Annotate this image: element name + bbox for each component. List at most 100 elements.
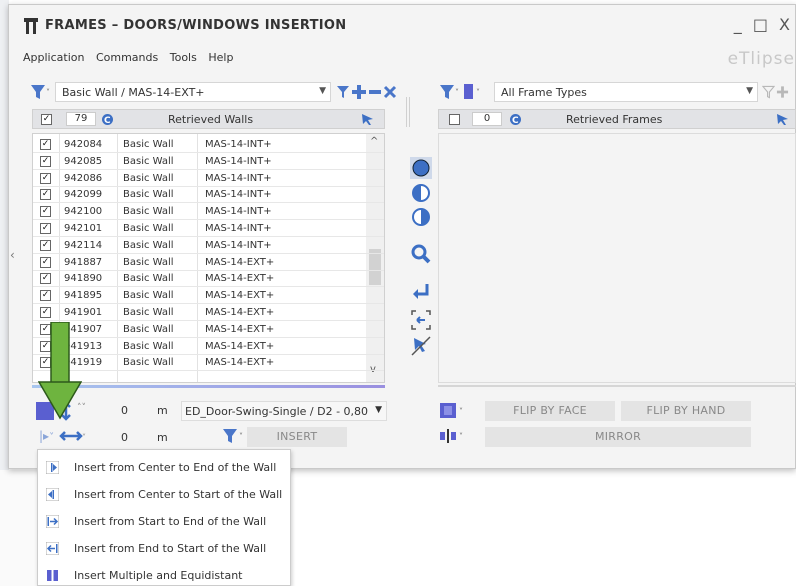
frames-count: 0 — [483, 113, 491, 124]
frame-select-icon[interactable]: ˅ — [439, 401, 467, 421]
add-icon[interactable] — [351, 84, 367, 100]
refresh-walls-icon[interactable]: C — [101, 113, 114, 126]
wall-name-cell: MAS-14-INT+ — [205, 189, 272, 201]
chevron-left-icon[interactable]: ‹ — [10, 248, 15, 262]
flip-by-hand-button[interactable]: FLIP BY HAND — [621, 401, 751, 421]
table-row[interactable]: ✓ 941890 Basic Wall MAS-14-EXT+ — [33, 272, 384, 288]
menu-tools[interactable]: Tools — [170, 51, 197, 64]
table-row[interactable]: ✓ 941919 Basic Wall MAS-14-EXT+ — [33, 356, 384, 372]
row-checkbox[interactable]: ✓ — [40, 223, 51, 234]
select-all-frames-checkbox[interactable] — [449, 114, 460, 125]
row-checkbox[interactable]: ✓ — [40, 155, 51, 167]
menu-item-multiple-equidistant[interactable]: Insert Multiple and Equidistant — [38, 562, 290, 586]
offset-value-1[interactable]: 0 — [121, 404, 128, 417]
select-all-walls-checkbox[interactable]: ✓ — [41, 114, 52, 125]
frame-type-combo[interactable]: All Frame Types ▼ — [494, 82, 758, 102]
remove-icon[interactable] — [368, 84, 382, 100]
row-checkbox[interactable]: ✓ — [40, 290, 51, 302]
flip-by-face-button[interactable]: FLIP BY FACE — [485, 401, 615, 421]
chevron-down-icon: ▼ — [375, 405, 382, 415]
wall-type-cell: Basic Wall — [123, 340, 174, 352]
table-row[interactable]: ✓ 941907 Basic Wall MAS-14-EXT+ — [33, 323, 384, 338]
svg-text:C: C — [104, 116, 111, 126]
insert-filter-icon[interactable]: ˅ — [222, 427, 246, 445]
unselect-cursor-icon[interactable] — [410, 335, 432, 357]
wall-name-cell: MAS-14-INT+ — [205, 239, 272, 251]
row-checkbox[interactable]: ✓ — [40, 189, 51, 201]
menu-item-start-to-end[interactable]: Insert from Start to End of the Wall — [38, 508, 290, 535]
wall-id-cell: 941895 — [64, 290, 103, 302]
table-row[interactable]: ✓ 942084 Basic Wall MAS-14-INT+ — [33, 138, 384, 153]
offset-value-2[interactable]: 0 — [121, 431, 128, 444]
frame-category-icon[interactable]: ˅ — [462, 83, 484, 101]
wall-type-value: Basic Wall / MAS-14-EXT+ — [62, 86, 205, 99]
table-row[interactable]: ✓ 942114 Basic Wall MAS-14-INT+ — [33, 239, 384, 254]
mirror-button[interactable]: MIRROR — [485, 427, 751, 447]
select-walls-cursor-icon[interactable] — [361, 113, 374, 126]
window-title: FRAMES – DOORS/WINDOWS INSERTION — [45, 18, 347, 33]
select-frames-cursor-icon[interactable] — [776, 113, 789, 126]
horizontal-offset-icon[interactable]: ˅ — [59, 428, 87, 444]
frame-filter-icon[interactable]: ˅ — [439, 83, 461, 101]
table-row[interactable]: ✓ 942100 Basic Wall MAS-14-INT+ — [33, 205, 384, 221]
window-controls[interactable]: _ □ X — [734, 15, 793, 34]
insert-mode-icon[interactable]: |▸˅ — [39, 429, 54, 443]
select-all-circle-icon[interactable] — [410, 157, 432, 179]
table-row[interactable]: ✓ 942101 Basic Wall MAS-14-INT+ — [33, 222, 384, 237]
walls-count: 79 — [74, 113, 88, 124]
menu-application[interactable]: Application — [23, 51, 84, 64]
row-checkbox[interactable]: ✓ — [40, 256, 51, 268]
menu-help[interactable]: Help — [208, 51, 233, 64]
menu-item-center-to-start[interactable]: Insert from Center to Start of the Wall — [38, 481, 290, 508]
table-row[interactable]: ✓ 942099 Basic Wall MAS-14-INT+ — [33, 188, 384, 204]
wall-type-cell: Basic Wall — [123, 172, 174, 184]
row-checkbox[interactable]: ✓ — [40, 139, 51, 150]
frames-logo-icon — [24, 18, 38, 34]
chevron-down-icon: ▼ — [319, 86, 326, 96]
multiple-equidistant-icon — [47, 570, 58, 581]
add-disabled-icon[interactable] — [776, 85, 789, 99]
filter-apply-icon[interactable] — [336, 85, 350, 99]
clear-x-icon[interactable] — [383, 84, 397, 100]
wall-id-cell: 942085 — [64, 155, 103, 167]
wall-type-combo[interactable]: Basic Wall / MAS-14-EXT+ ▼ — [55, 82, 331, 102]
table-row[interactable]: ✓ 942086 Basic Wall MAS-14-INT+ — [33, 172, 384, 187]
wall-type-cell: Basic Wall — [123, 357, 174, 369]
table-row[interactable]: ✓ 942085 Basic Wall MAS-14-INT+ — [33, 155, 384, 170]
enter-return-icon[interactable] — [410, 281, 432, 303]
wall-name-cell: MAS-14-EXT+ — [205, 290, 275, 302]
walls-count-box: 79 — [66, 112, 96, 126]
menu-commands[interactable]: Commands — [96, 51, 158, 64]
half-left-circle-icon[interactable] — [410, 182, 432, 204]
row-checkbox[interactable]: ✓ — [40, 307, 51, 318]
table-row[interactable]: ✓ 941901 Basic Wall MAS-14-EXT+ — [33, 306, 384, 321]
table-row[interactable]: ✓ 941913 Basic Wall MAS-14-EXT+ — [33, 340, 384, 355]
menu-item-center-to-end[interactable]: Insert from Center to End of the Wall — [38, 454, 290, 481]
svg-text:˅: ˅ — [459, 432, 463, 441]
title-bar: FRAMES – DOORS/WINDOWS INSERTION _ □ X — [9, 5, 795, 41]
row-checkbox[interactable]: ✓ — [40, 239, 51, 251]
refresh-frames-icon[interactable]: C — [509, 113, 522, 126]
zoom-icon[interactable] — [410, 243, 432, 265]
walls-grid-header: ✓ 79 C Retrieved Walls — [32, 109, 385, 129]
svg-text:˅: ˅ — [46, 88, 50, 97]
wall-id-cell: 942099 — [64, 189, 103, 201]
half-right-circle-icon[interactable] — [410, 206, 432, 228]
focus-frame-icon[interactable] — [410, 309, 432, 331]
wall-type-cell: Basic Wall — [123, 273, 174, 285]
insert-button[interactable]: INSERT — [247, 427, 347, 447]
row-checkbox[interactable]: ✓ — [40, 273, 51, 285]
wall-filter-icon[interactable]: ˅ — [30, 83, 52, 101]
family-combo[interactable]: ED_Door-Swing-Single / D2 - 0,80 ▼ — [181, 401, 387, 421]
table-row[interactable]: ✓ 941895 Basic Wall MAS-14-EXT+ — [33, 289, 384, 305]
mirror-mode-icon[interactable]: ˅ — [439, 427, 467, 445]
svg-text:C: C — [512, 116, 519, 126]
background-app-strip-bottom — [0, 470, 40, 586]
row-checkbox[interactable]: ✓ — [40, 172, 51, 184]
table-row[interactable]: ✓ 941887 Basic Wall MAS-14-EXT+ — [33, 256, 384, 271]
filter-apply-disabled-icon[interactable] — [762, 85, 775, 99]
row-checkbox[interactable]: ✓ — [40, 206, 51, 218]
svg-text:˅: ˅ — [455, 88, 459, 97]
center-to-start-icon — [46, 488, 59, 501]
menu-item-end-to-start[interactable]: Insert from End to Start of the Wall — [38, 535, 290, 562]
